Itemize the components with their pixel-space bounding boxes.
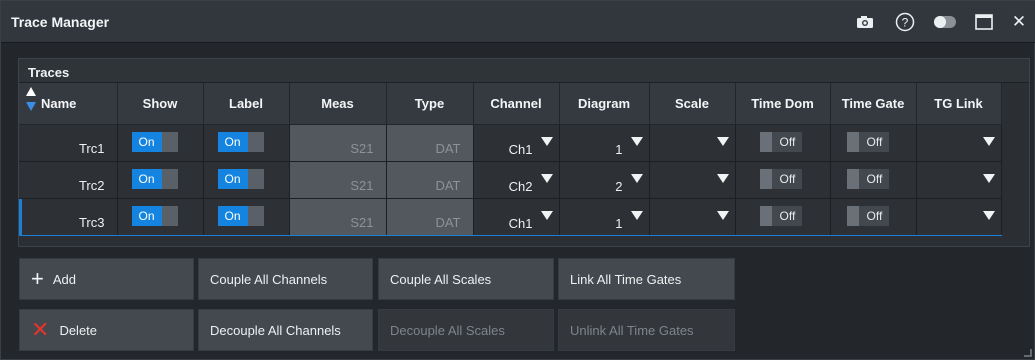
type-cell: DAT (386, 124, 474, 162)
chevron-down-icon (540, 173, 553, 183)
column-header-tg-link[interactable]: TG Link (916, 83, 1002, 125)
delete-button-label: Delete (59, 322, 98, 338)
meas-cell: S21 (289, 161, 387, 199)
trace-manager-window: Trace Manager ? ✕ Traces Name Show Label… (0, 0, 1035, 360)
type-cell: DAT (386, 161, 474, 199)
column-header-label[interactable]: Label (203, 83, 290, 125)
chevron-down-icon (982, 210, 995, 220)
time-gate-toggle[interactable]: Off (846, 168, 889, 189)
time-gate-cell: Off (830, 124, 917, 162)
tg-link-dropdown[interactable] (916, 124, 1002, 162)
chevron-down-icon (630, 136, 643, 146)
sort-icon[interactable] (26, 87, 36, 111)
couple-all-channels-button[interactable]: Couple All Channels (198, 258, 373, 300)
label-toggle[interactable]: On (217, 205, 264, 226)
column-header-name[interactable]: Name (19, 83, 118, 125)
trace-name-cell[interactable]: Trc2 (19, 161, 118, 199)
scale-dropdown[interactable] (649, 197, 736, 236)
meas-cell: S21 (289, 197, 387, 236)
label-toggle[interactable]: On (217, 168, 264, 189)
tg-link-dropdown[interactable] (916, 197, 1002, 236)
chevron-down-icon (982, 136, 995, 146)
time-dom-toggle[interactable]: Off (759, 131, 802, 152)
label-toggle[interactable]: On (217, 131, 264, 152)
chevron-down-icon (630, 173, 643, 183)
table-header-row: Name Show Label Meas Type Channel Diagra… (19, 83, 1002, 125)
column-header-type[interactable]: Type (386, 83, 474, 125)
label-cell: On (203, 161, 290, 199)
couple-all-scales-button[interactable]: Couple All Scales (378, 258, 554, 300)
column-header-meas[interactable]: Meas (289, 83, 387, 125)
column-header-time-gate[interactable]: Time Gate (830, 83, 917, 125)
column-header-show[interactable]: Show (117, 83, 204, 125)
time-gate-cell: Off (830, 197, 917, 236)
camera-icon[interactable] (854, 12, 876, 32)
traces-table: Name Show Label Meas Type Channel Diagra… (19, 83, 1002, 236)
table-row[interactable]: Trc1 On On S21 DAT Ch1 1 Off Off (19, 124, 1002, 162)
window-title: Trace Manager (11, 14, 110, 30)
chevron-down-icon (540, 136, 553, 146)
scale-dropdown[interactable] (649, 124, 736, 162)
traces-panel-title: Traces (28, 65, 70, 80)
add-button-label: Add (52, 271, 76, 287)
svg-text:?: ? (902, 16, 909, 30)
title-bar: Trace Manager ? ✕ (1, 1, 1035, 43)
decouple-all-channels-button[interactable]: Decouple All Channels (198, 309, 373, 351)
time-dom-cell: Off (735, 124, 831, 162)
meas-cell: S21 (289, 124, 387, 162)
time-gate-cell: Off (830, 161, 917, 199)
unlink-all-time-gates-button: Unlink All Time Gates (558, 309, 735, 351)
show-toggle[interactable]: On (131, 131, 178, 152)
column-header-scale[interactable]: Scale (649, 83, 736, 125)
column-header-time-dom[interactable]: Time Dom (735, 83, 831, 125)
time-gate-toggle[interactable]: Off (846, 205, 889, 226)
type-cell: DAT (386, 197, 474, 236)
diagram-dropdown[interactable]: 2 (559, 161, 650, 199)
label-cell: On (203, 197, 290, 236)
trace-name-cell[interactable]: Trc1 (19, 124, 118, 162)
time-dom-cell: Off (735, 161, 831, 199)
column-header-diagram[interactable]: Diagram (559, 83, 650, 125)
chevron-down-icon (716, 173, 729, 183)
show-cell: On (117, 124, 204, 162)
diagram-dropdown[interactable]: 1 (559, 124, 650, 162)
chevron-down-icon (716, 136, 729, 146)
traces-panel-header: Traces (19, 59, 1029, 83)
tg-link-dropdown[interactable] (916, 161, 1002, 199)
maximize-icon[interactable] (973, 12, 995, 32)
scale-dropdown[interactable] (649, 161, 736, 199)
time-dom-cell: Off (735, 197, 831, 236)
chevron-down-icon (630, 210, 643, 220)
add-button[interactable]: + Add (19, 258, 194, 300)
chevron-down-icon (716, 210, 729, 220)
channel-dropdown[interactable]: Ch1 (473, 197, 560, 236)
toggle-icon[interactable] (932, 12, 958, 32)
delete-icon: ✕ (31, 317, 50, 342)
table-row[interactable]: Trc3 On On S21 DAT Ch1 1 Off Off (19, 197, 1002, 236)
label-cell: On (203, 124, 290, 162)
link-all-time-gates-button[interactable]: Link All Time Gates (558, 258, 735, 300)
close-icon[interactable]: ✕ (1009, 12, 1029, 32)
show-toggle[interactable]: On (131, 205, 178, 226)
traces-panel: Traces Name Show Label Meas Type Channel (18, 58, 1030, 247)
time-dom-toggle[interactable]: Off (759, 205, 802, 226)
plus-icon: + (31, 266, 44, 291)
chevron-down-icon (540, 210, 553, 220)
diagram-dropdown[interactable]: 1 (559, 197, 650, 236)
show-toggle[interactable]: On (131, 168, 178, 189)
time-gate-toggle[interactable]: Off (846, 131, 889, 152)
resize-handle[interactable] (1024, 349, 1032, 357)
trace-name-cell[interactable]: Trc3 (19, 197, 118, 236)
column-header-channel[interactable]: Channel (473, 83, 560, 125)
chevron-down-icon (982, 173, 995, 183)
time-dom-toggle[interactable]: Off (759, 168, 802, 189)
channel-dropdown[interactable]: Ch2 (473, 161, 560, 199)
table-row[interactable]: Trc2 On On S21 DAT Ch2 2 Off Off (19, 161, 1002, 199)
help-icon[interactable]: ? (894, 12, 916, 32)
channel-dropdown[interactable]: Ch1 (473, 124, 560, 162)
delete-button[interactable]: ✕ Delete (19, 309, 194, 351)
decouple-all-scales-button: Decouple All Scales (378, 309, 554, 351)
show-cell: On (117, 197, 204, 236)
show-cell: On (117, 161, 204, 199)
